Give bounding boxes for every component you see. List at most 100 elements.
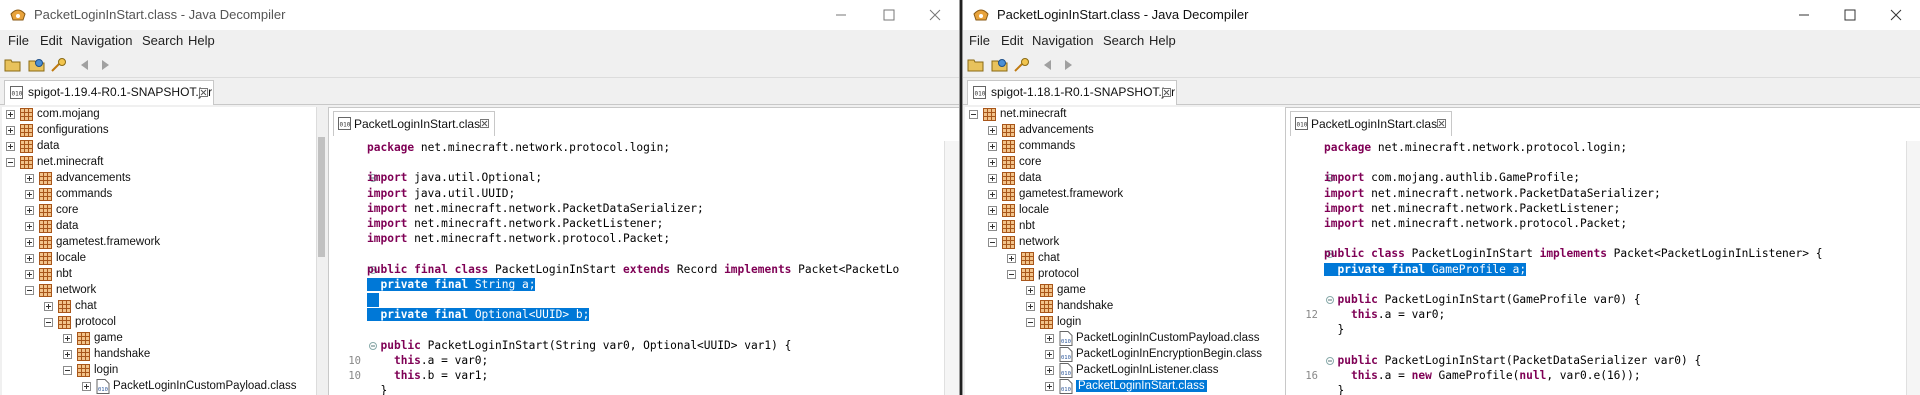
collapse-icon[interactable]	[1026, 318, 1035, 327]
tree-item[interactable]: 010 PacketLoginInCustomPayload.class	[2, 379, 316, 395]
expand-icon[interactable]	[44, 302, 53, 311]
tree-scroll-thumb[interactable]	[318, 137, 325, 257]
menu-file[interactable]: File	[969, 33, 990, 48]
tree-item[interactable]: gametest.framework	[965, 187, 1285, 203]
menu-help[interactable]: Help	[188, 33, 215, 48]
tree-item[interactable]: net.minecraft	[965, 107, 1285, 123]
collapse-icon[interactable]	[6, 158, 15, 167]
search-type-icon[interactable]	[50, 57, 68, 73]
expand-icon[interactable]	[1026, 286, 1035, 295]
tree-item[interactable]: game	[965, 283, 1285, 299]
tree-item[interactable]: nbt	[965, 219, 1285, 235]
maximize-icon[interactable]	[1839, 4, 1861, 26]
tab-close-icon[interactable]	[1437, 119, 1446, 128]
title-bar[interactable]: PacketLoginInStart.class - Java Decompil…	[0, 0, 959, 30]
collapse-icon[interactable]	[969, 110, 978, 119]
editor-scrollbar[interactable]	[944, 141, 959, 395]
collapse-icon[interactable]	[25, 286, 34, 295]
expand-icon[interactable]	[988, 222, 997, 231]
tree-item[interactable]: 010 PacketLoginInCustomPayload.class	[965, 331, 1285, 347]
expand-icon[interactable]	[25, 190, 34, 199]
editor-tab[interactable]: 010 PacketLoginInStart.class	[333, 111, 495, 136]
maximize-icon[interactable]	[878, 4, 900, 26]
expand-icon[interactable]	[6, 110, 15, 119]
tree-item[interactable]: login	[965, 315, 1285, 331]
editor-scrollbar[interactable]	[1906, 141, 1920, 395]
jar-tab[interactable]: 010 spigot-1.18.1-R0.1-SNAPSHOT.jar	[967, 80, 1177, 105]
minimize-icon[interactable]	[830, 4, 852, 26]
tree-item[interactable]: data	[2, 219, 316, 235]
expand-icon[interactable]	[1026, 302, 1035, 311]
expand-icon[interactable]	[1045, 334, 1054, 343]
tree-item[interactable]: protocol	[965, 267, 1285, 283]
collapse-icon[interactable]	[63, 366, 72, 375]
menu-search[interactable]: Search	[142, 33, 183, 48]
tree-scrollbar[interactable]	[316, 107, 326, 395]
expand-icon[interactable]	[25, 206, 34, 215]
tree-item[interactable]: 010 PacketLoginInListener.class	[965, 363, 1285, 379]
tree-item[interactable]: locale	[2, 251, 316, 267]
tree-item[interactable]: chat	[965, 251, 1285, 267]
expand-icon[interactable]	[6, 142, 15, 151]
expand-icon[interactable]	[25, 174, 34, 183]
open-file-icon[interactable]	[4, 57, 22, 73]
tree-item[interactable]: chat	[2, 299, 316, 315]
tree-item[interactable]: 010 PacketLoginInStart.class	[965, 379, 1285, 395]
tree-item[interactable]: nbt	[2, 267, 316, 283]
tree-item[interactable]: commands	[965, 139, 1285, 155]
back-icon[interactable]	[1039, 57, 1057, 73]
tree-item[interactable]: com.mojang	[2, 107, 316, 123]
tree-item[interactable]: data	[965, 171, 1285, 187]
tree-item[interactable]: network	[2, 283, 316, 299]
package-tree[interactable]: com.mojang configurations data net.minecraf…	[2, 107, 316, 395]
expand-icon[interactable]	[25, 222, 34, 231]
expand-icon[interactable]	[82, 382, 91, 391]
expand-icon[interactable]	[988, 158, 997, 167]
minimize-icon[interactable]	[1793, 4, 1815, 26]
code-view[interactable]: package net.minecraft.network.protocol.l…	[1286, 141, 1920, 395]
expand-icon[interactable]	[988, 126, 997, 135]
tree-item[interactable]: data	[2, 139, 316, 155]
code-view[interactable]: package net.minecraft.network.protocol.l…	[329, 141, 959, 395]
expand-icon[interactable]	[1045, 366, 1054, 375]
open-type-icon[interactable]	[28, 57, 46, 73]
collapse-icon[interactable]	[44, 318, 53, 327]
title-bar[interactable]: PacketLoginInStart.class - Java Decompil…	[963, 0, 1920, 30]
open-file-icon[interactable]	[967, 57, 985, 73]
close-icon[interactable]	[1885, 4, 1907, 26]
forward-icon[interactable]	[96, 57, 114, 73]
menu-file[interactable]: File	[8, 33, 29, 48]
tree-item[interactable]: commands	[2, 187, 316, 203]
tree-item[interactable]: advancements	[2, 171, 316, 187]
expand-icon[interactable]	[25, 254, 34, 263]
expand-icon[interactable]	[25, 270, 34, 279]
menu-edit[interactable]: Edit	[40, 33, 62, 48]
tree-item[interactable]: network	[965, 235, 1285, 251]
menu-search[interactable]: Search	[1103, 33, 1144, 48]
open-type-icon[interactable]	[991, 57, 1009, 73]
expand-icon[interactable]	[63, 334, 72, 343]
jar-tab[interactable]: 010 spigot-1.19.4-R0.1-SNAPSHOT.jar	[4, 80, 214, 105]
tree-item[interactable]: handshake	[2, 347, 316, 363]
expand-icon[interactable]	[988, 206, 997, 215]
expand-icon[interactable]	[25, 238, 34, 247]
tree-item[interactable]: login	[2, 363, 316, 379]
tree-item[interactable]: configurations	[2, 123, 316, 139]
collapse-icon[interactable]	[1007, 270, 1016, 279]
expand-icon[interactable]	[63, 350, 72, 359]
expand-icon[interactable]	[6, 126, 15, 135]
expand-icon[interactable]	[988, 174, 997, 183]
tree-item[interactable]: handshake	[965, 299, 1285, 315]
tree-item[interactable]: locale	[965, 203, 1285, 219]
back-icon[interactable]	[76, 57, 94, 73]
menu-edit[interactable]: Edit	[1001, 33, 1023, 48]
search-type-icon[interactable]	[1013, 57, 1031, 73]
tree-item[interactable]: core	[2, 203, 316, 219]
expand-icon[interactable]	[1045, 382, 1054, 391]
expand-icon[interactable]	[988, 190, 997, 199]
tab-close-icon[interactable]	[1162, 88, 1171, 97]
tab-close-icon[interactable]	[480, 119, 489, 128]
expand-icon[interactable]	[988, 142, 997, 151]
menu-help[interactable]: Help	[1149, 33, 1176, 48]
tree-item[interactable]: game	[2, 331, 316, 347]
